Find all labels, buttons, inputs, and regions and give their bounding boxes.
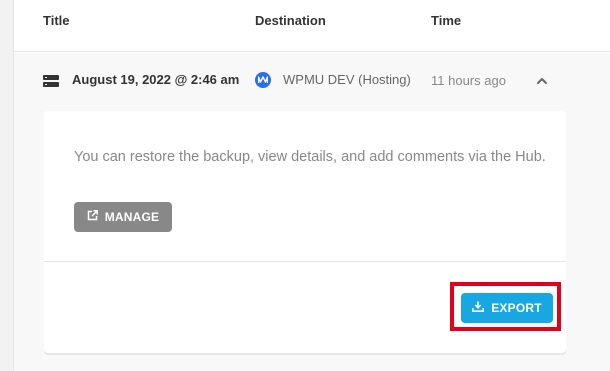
download-icon: [472, 301, 485, 315]
backup-title: August 19, 2022 @ 2:46 am: [72, 72, 240, 87]
table-header: Title Destination Time: [14, 0, 610, 52]
column-header-title: Title: [43, 13, 70, 28]
backup-destination: WPMU DEV (Hosting): [283, 72, 411, 87]
export-button[interactable]: EXPORT: [461, 293, 553, 323]
wpmudev-logo-icon: [255, 72, 271, 88]
column-header-destination: Destination: [255, 13, 326, 28]
restore-description: You can restore the backup, view details…: [74, 149, 546, 165]
backups-table: Title Destination Time August 19, 2022 @…: [13, 0, 610, 371]
export-button-label: EXPORT: [491, 301, 542, 315]
column-header-time: Time: [431, 13, 462, 28]
chevron-up-icon[interactable]: [534, 73, 550, 89]
manage-button-label: MANAGE: [104, 210, 160, 224]
card-body: You can restore the backup, view details…: [44, 111, 566, 262]
external-link-icon: [87, 210, 98, 224]
expanded-backup-row: August 19, 2022 @ 2:46 am WPMU DEV (Host…: [14, 53, 610, 371]
server-icon: [43, 74, 59, 87]
backup-time: 11 hours ago: [431, 73, 506, 88]
backup-details-card: You can restore the backup, view details…: [44, 111, 566, 353]
manage-button[interactable]: MANAGE: [74, 202, 172, 232]
table-row[interactable]: August 19, 2022 @ 2:46 am WPMU DEV (Host…: [14, 53, 610, 107]
